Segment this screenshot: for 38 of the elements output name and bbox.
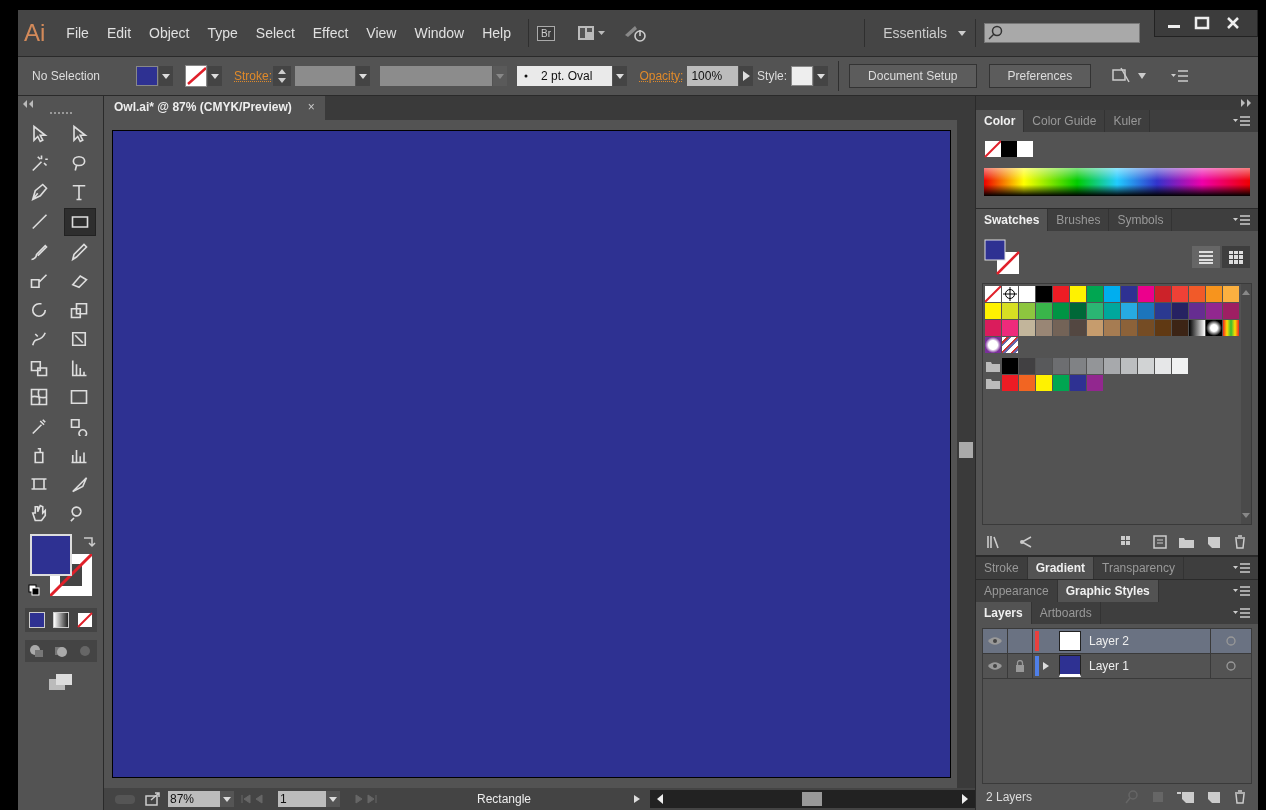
zoom-field[interactable]: 87% <box>168 791 220 807</box>
menu-item[interactable]: Select <box>246 25 304 41</box>
panel-tab[interactable]: Layers <box>976 602 1032 624</box>
panel-tab[interactable]: Swatches <box>976 209 1049 231</box>
menu-item[interactable]: Type <box>198 25 247 41</box>
layer-row[interactable]: Layer 1 <box>983 654 1251 679</box>
menu-item[interactable]: Window <box>405 25 474 41</box>
layer-name: Layer 1 <box>1088 659 1131 673</box>
bridge-button[interactable]: Br <box>537 25 555 41</box>
panel-tab[interactable]: Brushes <box>1048 209 1110 231</box>
layer-name: Layer 2 <box>1088 634 1131 648</box>
brush-field[interactable]: 2 pt. Oval <box>517 66 613 86</box>
layer-count: 2 Layers <box>986 790 1033 804</box>
menu-item[interactable]: View <box>357 25 406 41</box>
panel-tab[interactable]: Gradient <box>1027 557 1095 579</box>
selection-label: No Selection <box>32 69 102 83</box>
panel-tab[interactable]: Graphic Styles <box>1057 580 1159 602</box>
layer-row[interactable]: Layer 2 <box>983 629 1251 654</box>
close-tab-button[interactable]: × <box>307 100 315 116</box>
panel-tab[interactable]: Symbols <box>1109 209 1173 231</box>
panel-tab[interactable]: Color <box>976 110 1025 132</box>
app-logo: Ai <box>24 19 46 47</box>
toolbar-button[interactable]: Document Setup <box>849 64 977 88</box>
panel-tab[interactable]: Color Guide <box>1024 110 1106 132</box>
menu-item[interactable]: Help <box>473 25 520 41</box>
menu-item[interactable]: Effect <box>303 25 358 41</box>
menu-item[interactable]: Edit <box>97 25 141 41</box>
panel-tab[interactable]: Kuler <box>1105 110 1151 132</box>
toolbar-button[interactable]: Preferences <box>988 64 1092 88</box>
opacity-field[interactable]: 100% <box>687 66 739 86</box>
menu-item[interactable]: File <box>57 25 98 41</box>
workspace-dropdown[interactable]: Essentials <box>873 25 957 41</box>
artboard-field[interactable]: 1 <box>278 791 326 807</box>
current-tool-label[interactable]: Rectangle <box>384 792 624 806</box>
menu-item[interactable]: Object <box>140 25 199 41</box>
panel-tab[interactable]: Artboards <box>1031 602 1101 624</box>
style-label: Style: <box>757 69 788 83</box>
document-tab[interactable]: Owl.ai* @ 87% (CMYK/Preview) × <box>104 96 325 120</box>
